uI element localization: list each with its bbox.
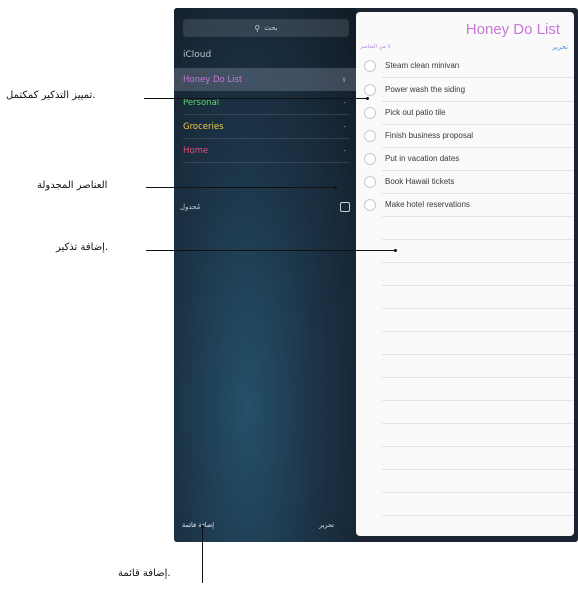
list-name: Honey Do List xyxy=(183,74,243,85)
callout-add-reminder: إضافة تذكير. xyxy=(56,242,109,253)
complete-circle-icon[interactable] xyxy=(364,129,376,142)
list-count: ٧ xyxy=(342,75,346,84)
list-count: - xyxy=(343,146,346,155)
callout-line xyxy=(146,250,396,251)
complete-circle-icon[interactable] xyxy=(364,106,376,119)
row-rule xyxy=(382,239,574,240)
list-groceries[interactable]: Groceries - xyxy=(174,115,356,138)
alarm-clock-icon xyxy=(340,202,350,212)
list-detail-pane: Honey Do List تحرير ٧ من العناصر Steam c… xyxy=(356,12,574,536)
list-personal[interactable]: Personal - xyxy=(174,91,356,114)
lists-sidebar: ⚲ بحث iCloud Honey Do List ٧ Personal - … xyxy=(174,8,356,542)
icloud-section-label: iCloud xyxy=(183,50,212,60)
callout-add-list: إضافة قائمة. xyxy=(118,568,171,579)
row-rule xyxy=(382,331,574,332)
edit-list-button[interactable]: تحرير xyxy=(552,43,568,51)
reminder-text: Steam clean minivan xyxy=(385,61,460,70)
complete-circle-icon[interactable] xyxy=(364,152,376,165)
list-home[interactable]: Home - xyxy=(174,139,356,162)
scheduled-label: مُجدول xyxy=(180,203,201,211)
callout-dot xyxy=(201,525,204,528)
search-field[interactable]: ⚲ بحث xyxy=(183,19,349,37)
callout-dot xyxy=(394,249,397,252)
reminders-app-screen: ⚲ بحث iCloud Honey Do List ٧ Personal - … xyxy=(174,8,578,542)
callout-dot xyxy=(366,97,369,100)
callout-mark-complete: تمييز التذكير كمكتمل. xyxy=(6,90,96,101)
reminder-text: Put in vacation dates xyxy=(385,154,460,163)
list-name: Personal xyxy=(183,97,220,108)
list-count: - xyxy=(343,98,346,107)
row-rule xyxy=(382,377,574,378)
reminder-item[interactable]: Book Hawaii tickets xyxy=(356,170,574,193)
row-rule xyxy=(382,400,574,401)
reminder-item[interactable]: Steam clean minivan xyxy=(356,54,574,77)
complete-circle-icon[interactable] xyxy=(364,83,376,96)
row-rule xyxy=(382,262,574,263)
row-rule xyxy=(382,308,574,309)
callout-dot xyxy=(334,186,337,189)
reminder-item[interactable]: Make hotel reservations xyxy=(356,193,574,216)
reminder-item[interactable]: Power wash the siding xyxy=(356,78,574,101)
search-placeholder: بحث xyxy=(264,24,278,32)
reminder-item[interactable]: Put in vacation dates xyxy=(356,147,574,170)
complete-circle-icon[interactable] xyxy=(364,59,376,72)
reminder-item[interactable]: Finish business proposal xyxy=(356,124,574,147)
list-name: Home xyxy=(183,145,209,156)
reminder-text: Make hotel reservations xyxy=(385,200,470,209)
search-icon: ⚲ xyxy=(254,23,261,33)
row-rule xyxy=(382,469,574,470)
reminder-text: Power wash the siding xyxy=(385,85,466,94)
list-name: Groceries xyxy=(183,121,224,132)
divider xyxy=(183,162,349,163)
row-rule xyxy=(382,216,574,217)
row-rule xyxy=(382,423,574,424)
callout-line xyxy=(202,527,203,583)
reminder-text: Finish business proposal xyxy=(385,131,474,140)
list-honey-do[interactable]: Honey Do List ٧ xyxy=(174,68,356,91)
row-rule xyxy=(382,354,574,355)
reminder-text: Book Hawaii tickets xyxy=(385,177,455,186)
callout-scheduled-items: العناصر المجدولة xyxy=(37,180,108,191)
reminder-text: Pick out patio tile xyxy=(385,108,446,117)
row-rule xyxy=(382,515,574,516)
reminder-item[interactable]: Pick out patio tile xyxy=(356,101,574,124)
complete-circle-icon[interactable] xyxy=(364,175,376,188)
list-title: Honey Do List xyxy=(465,21,560,38)
list-count: - xyxy=(343,122,346,131)
row-rule xyxy=(382,285,574,286)
items-count: ٧ من العناصر xyxy=(360,44,391,50)
callout-line xyxy=(146,187,336,188)
add-list-button[interactable]: إضافة قائمة xyxy=(182,521,214,529)
scheduled-row[interactable]: مُجدول xyxy=(180,198,350,216)
callout-line xyxy=(144,98,368,99)
row-rule xyxy=(382,492,574,493)
edit-lists-button[interactable]: تحرير xyxy=(319,521,334,529)
row-rule xyxy=(382,446,574,447)
complete-circle-icon[interactable] xyxy=(364,198,376,211)
